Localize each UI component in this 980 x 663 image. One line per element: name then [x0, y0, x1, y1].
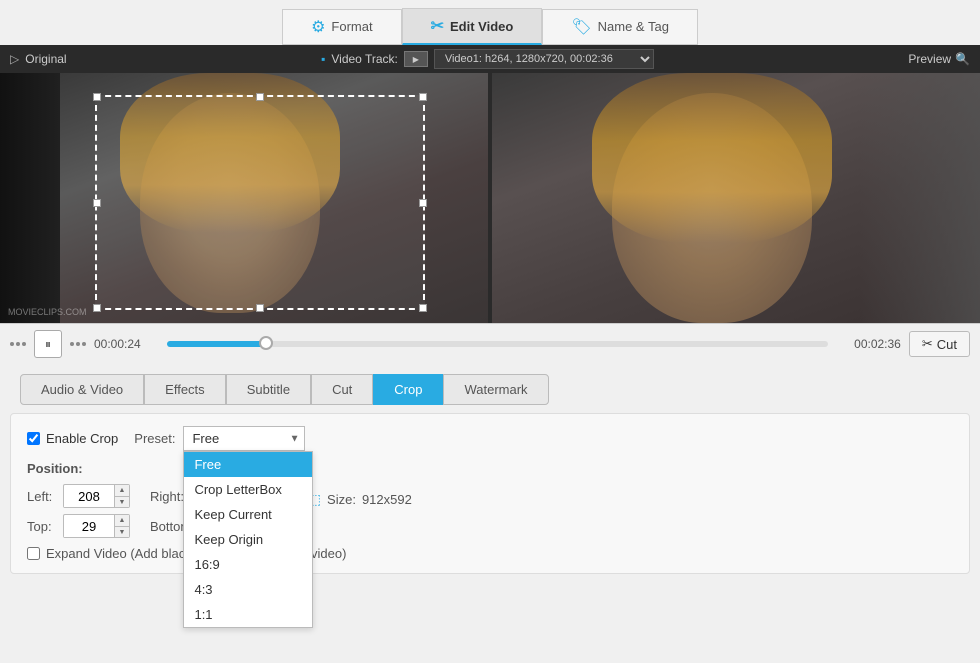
preset-label: Preset:	[134, 431, 175, 446]
original-label: Original	[25, 52, 66, 66]
controls-row3: Expand Video (Add black padding around t…	[27, 546, 953, 561]
top-field-row: Top: ▲ ▼	[27, 514, 130, 538]
position-label: Position:	[27, 461, 130, 476]
progress-handle[interactable]	[259, 336, 273, 350]
enable-crop-text: Enable Crop	[46, 431, 118, 446]
tab-name-tag-label: Name & Tag	[598, 19, 669, 34]
left-spin-up[interactable]: ▲	[115, 485, 129, 496]
progress-bar[interactable]	[167, 341, 828, 347]
top-field-label: Top:	[27, 519, 57, 534]
watermark-text: Movieclips.com	[8, 307, 87, 317]
dropdown-item-16-9[interactable]: 16:9	[184, 552, 312, 577]
format-icon: ⚙	[311, 17, 325, 37]
position-group: Position: Left: ▲ ▼ Top: ▲ ▼	[27, 461, 130, 538]
top-spin-down[interactable]: ▼	[115, 526, 129, 537]
left-spinners: ▲ ▼	[114, 485, 129, 507]
original-video-panel: Movieclips.com	[0, 73, 488, 323]
right-field-label: Right:	[150, 489, 184, 504]
video-section: ▷ Original ▪ Video Track: ▶ Video1: h264…	[0, 45, 980, 323]
play-pause-button[interactable]: ⏸	[34, 330, 62, 358]
edit-video-icon: ✂	[431, 16, 444, 36]
preset-area: Preset: Free Crop LetterBox Keep Current…	[134, 426, 305, 451]
total-time: 00:02:36	[836, 337, 901, 351]
left-field-row: Left: ▲ ▼	[27, 484, 130, 508]
video-panels: Movieclips.com	[0, 73, 980, 323]
tab-edit-video[interactable]: ✂ Edit Video	[402, 8, 543, 45]
track-thumbnail: ▶	[404, 51, 428, 67]
size-value: 912x592	[362, 492, 412, 507]
progress-fill	[167, 341, 266, 347]
tab-cut[interactable]: Cut	[311, 374, 373, 405]
video-header: ▷ Original ▪ Video Track: ▶ Video1: h264…	[0, 45, 980, 73]
dropdown-item-4-3[interactable]: 4:3	[184, 577, 312, 602]
woman-area-left	[60, 73, 488, 323]
top-spin-up[interactable]: ▲	[115, 515, 129, 526]
dropdown-item-letterbox[interactable]: Crop LetterBox	[184, 477, 312, 502]
left-field-label: Left:	[27, 489, 57, 504]
preview-video-panel	[492, 73, 980, 323]
video-track-select[interactable]: Video1: h264, 1280x720, 00:02:36	[434, 49, 654, 69]
preset-select[interactable]: Free Crop LetterBox Keep Current Keep Or…	[183, 426, 305, 451]
video-content-left: Movieclips.com	[0, 73, 488, 323]
preview-woman-bg	[492, 73, 980, 323]
top-input-wrap: ▲ ▼	[63, 514, 130, 538]
left-dots	[10, 342, 26, 346]
size-label: Size:	[327, 492, 356, 507]
tab-crop[interactable]: Crop	[373, 374, 443, 405]
left-input[interactable]	[64, 486, 114, 507]
enable-crop-checkbox-label[interactable]: Enable Crop	[27, 431, 118, 446]
video-track-icon: ▪	[321, 52, 325, 66]
size-info: ⬚ Size: 912x592	[308, 491, 412, 508]
tab-watermark[interactable]: Watermark	[443, 374, 548, 405]
cut-button[interactable]: ✂ Cut	[909, 331, 970, 357]
tab-edit-video-label: Edit Video	[450, 19, 513, 34]
preset-select-container: Free Crop LetterBox Keep Current Keep Or…	[183, 426, 305, 451]
playback-bar: ⏸ 00:00:24 00:02:36 ✂ Cut	[0, 323, 980, 364]
preset-dropdown-menu: Free Crop LetterBox Keep Current Keep Or…	[183, 451, 313, 628]
right-dots	[70, 342, 86, 346]
controls-row2: Position: Left: ▲ ▼ Top: ▲ ▼	[27, 461, 953, 538]
dropdown-item-keep-origin[interactable]: Keep Origin	[184, 527, 312, 552]
expand-video-checkbox[interactable]	[27, 547, 40, 560]
enable-crop-checkbox[interactable]	[27, 432, 40, 445]
cut-label: Cut	[937, 337, 957, 352]
original-section: ▷ Original	[10, 52, 67, 66]
dropdown-item-1-1[interactable]: 1:1	[184, 602, 312, 627]
left-spin-down[interactable]: ▼	[115, 496, 129, 507]
preview-content	[492, 73, 980, 323]
scissors-icon: ✂	[922, 336, 933, 352]
tab-subtitle[interactable]: Subtitle	[226, 374, 311, 405]
tab-format[interactable]: ⚙ Format	[282, 9, 402, 45]
dropdown-item-keep-current[interactable]: Keep Current	[184, 502, 312, 527]
search-icon: 🔍	[955, 52, 970, 66]
crop-controls-panel: Enable Crop Preset: Free Crop LetterBox …	[10, 413, 970, 574]
left-input-wrap: ▲ ▼	[63, 484, 130, 508]
video-track-section: ▪ Video Track: ▶ Video1: h264, 1280x720,…	[77, 49, 899, 69]
top-tab-bar: ⚙ Format ✂ Edit Video 🏷 Name & Tag	[0, 0, 980, 45]
tab-audio-video[interactable]: Audio & Video	[20, 374, 144, 405]
preview-label: Preview	[908, 52, 951, 66]
dropdown-item-free[interactable]: Free	[184, 452, 312, 477]
tab-name-tag[interactable]: 🏷 Name & Tag	[542, 9, 698, 45]
top-spinners: ▲ ▼	[114, 515, 129, 537]
video-track-label: Video Track:	[331, 52, 397, 66]
tab-format-label: Format	[331, 19, 372, 34]
edit-tabs-bar: Audio & Video Effects Subtitle Cut Crop …	[0, 364, 980, 405]
name-tag-icon: 🏷	[571, 17, 591, 37]
current-time: 00:00:24	[94, 337, 159, 351]
top-input[interactable]	[64, 516, 114, 537]
play-triangle-icon: ▷	[10, 52, 19, 66]
controls-row1: Enable Crop Preset: Free Crop LetterBox …	[27, 426, 953, 451]
preview-section: Preview 🔍	[908, 52, 970, 66]
tab-effects[interactable]: Effects	[144, 374, 226, 405]
